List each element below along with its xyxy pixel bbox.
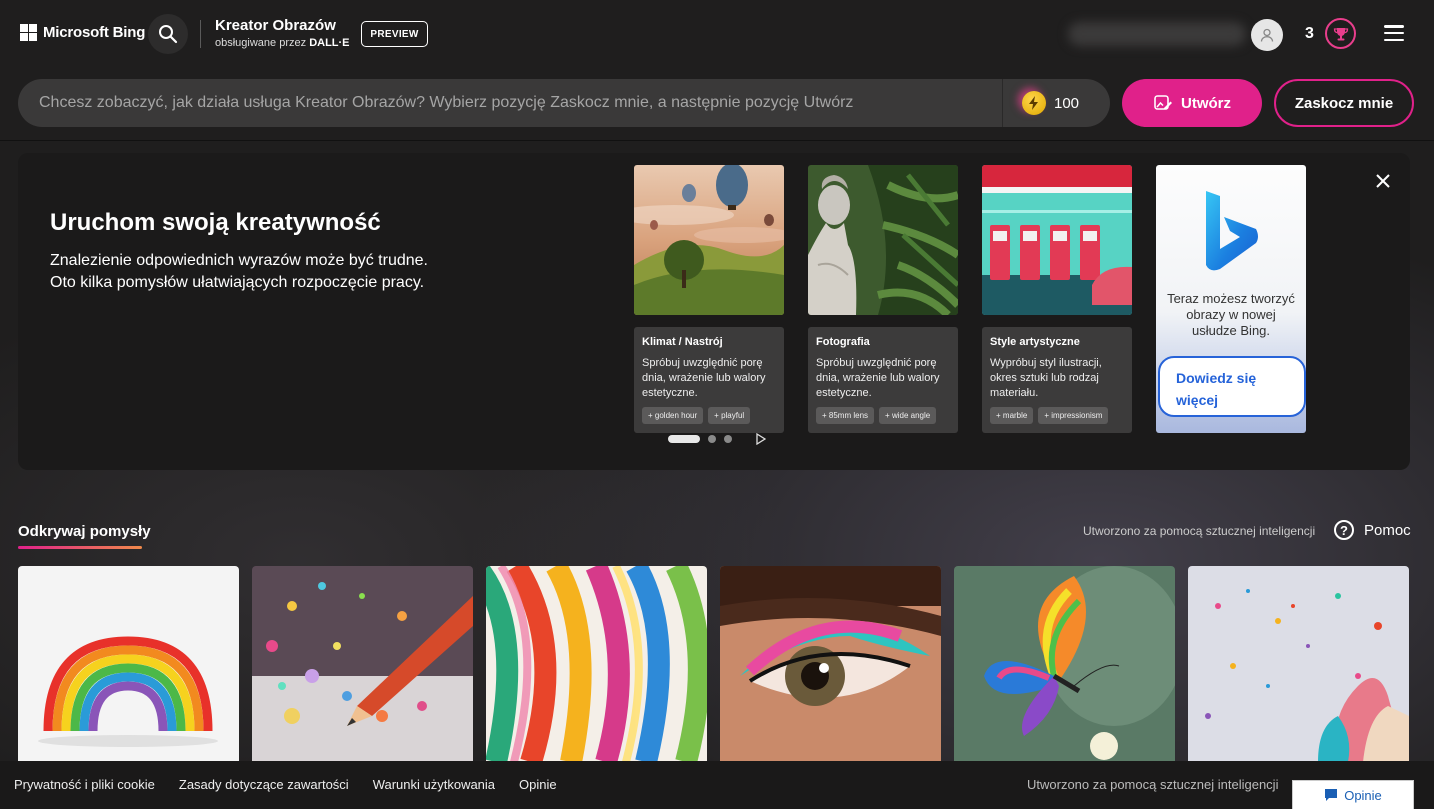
user-name-blurred[interactable] xyxy=(1068,22,1246,46)
gallery-image-ribbons[interactable] xyxy=(486,566,707,762)
footer-ai-note: Utworzono za pomocą sztucznej inteligenc… xyxy=(1027,777,1279,792)
create-button[interactable]: Utwórz xyxy=(1122,79,1262,127)
panel-line-2: Oto kilka pomysłów ułatwiających rozpocz… xyxy=(50,274,425,291)
card-description: Spróbuj uwzględnić porę dnia, wrażenie l… xyxy=(642,357,766,399)
card-body: Fotografia Spróbuj uwzględnić porę dnia,… xyxy=(808,327,958,433)
chip-label: playful xyxy=(721,411,745,420)
chip[interactable]: + impressionism xyxy=(1038,407,1109,424)
help-icon: ? xyxy=(1334,520,1354,540)
ai-generated-note: Utworzono za pomocą sztucznej inteligenc… xyxy=(1083,524,1316,538)
chip[interactable]: + 85mm lens xyxy=(816,407,875,424)
prompt-input[interactable] xyxy=(39,79,999,127)
surprise-me-button[interactable]: Zaskocz mnie xyxy=(1274,79,1414,127)
idea-card-photography[interactable]: Fotografia Spróbuj uwzględnić porę dnia,… xyxy=(808,165,958,433)
inspiration-panel: Uruchom swoją kreatywność Znalezienie od… xyxy=(18,153,1410,470)
create-image-icon xyxy=(1154,95,1172,110)
chip-label: golden hour xyxy=(654,411,698,420)
create-label: Utwórz xyxy=(1181,94,1231,112)
hamburger-menu-icon[interactable] xyxy=(1384,25,1404,41)
boost-counter[interactable]: 100 xyxy=(1022,91,1079,115)
prompt-separator xyxy=(1002,79,1003,127)
footer-links: Prywatność i pliki cookie Zasady dotyczą… xyxy=(14,777,557,792)
card-title: Style artystyczne xyxy=(990,336,1080,348)
gallery-image-eye[interactable] xyxy=(720,566,941,762)
subtitle-prefix: obsługiwane przez xyxy=(215,37,307,49)
top-bar: Microsoft Bing Kreator Obrazów obsługiwa… xyxy=(0,0,1434,68)
footer-link-privacy[interactable]: Prywatność i pliki cookie xyxy=(14,777,155,792)
chip-label: impressionism xyxy=(1051,411,1103,420)
app-title: Kreator Obrazów xyxy=(215,17,336,34)
learn-more-button[interactable]: Dowiedz się więcej xyxy=(1158,356,1306,417)
gallery-image-rainbow[interactable] xyxy=(18,566,239,762)
promo-text: Teraz możesz tworzyć obrazy w nowej usłu… xyxy=(1167,291,1295,338)
help-link[interactable]: ? Pomoc xyxy=(1334,520,1411,540)
bing-promo-card: Teraz możesz tworzyć obrazy w nowej usłu… xyxy=(1156,165,1306,433)
header-strip xyxy=(0,140,1434,141)
carousel-dot[interactable] xyxy=(724,435,732,443)
carousel-dots xyxy=(668,433,766,445)
panel-line-1: Znalezienie odpowiednich wyrazów może by… xyxy=(50,252,428,269)
bing-logo-icon xyxy=(1206,191,1258,271)
footer-link-feedback[interactable]: Opinie xyxy=(519,777,557,792)
card-title: Klimat / Nastrój xyxy=(642,336,723,348)
carousel-dot-active[interactable] xyxy=(668,435,700,443)
tab-discover-ideas[interactable]: Odkrywaj pomysły xyxy=(18,523,151,540)
gallery-image-butterfly[interactable] xyxy=(954,566,1175,762)
panel-title: Uruchom swoją kreatywność xyxy=(50,209,381,236)
brand-name: Microsoft Bing xyxy=(43,24,146,41)
chip-row: + marble + impressionism xyxy=(990,407,1124,424)
chip[interactable]: + marble xyxy=(990,407,1034,424)
chip[interactable]: + playful xyxy=(708,407,751,424)
idea-card-art-styles[interactable]: Style artystyczne Wypróbuj styl ilustrac… xyxy=(982,165,1132,433)
carousel-dot[interactable] xyxy=(708,435,716,443)
footer: Prywatność i pliki cookie Zasady dotyczą… xyxy=(0,761,1434,809)
bing-home-link[interactable]: Microsoft Bing xyxy=(20,24,145,41)
card-body: Klimat / Nastrój Spróbuj uwzględnić porę… xyxy=(634,327,784,433)
card-description: Wypróbuj styl ilustracji, okres sztuki l… xyxy=(990,357,1102,399)
play-icon[interactable] xyxy=(756,433,766,445)
app-title-block[interactable]: Kreator Obrazów obsługiwane przez DALL·E xyxy=(215,17,350,49)
chip[interactable]: + wide angle xyxy=(879,407,937,424)
gallery-image-paint-splash[interactable] xyxy=(1188,566,1409,762)
subtitle-engine: DALL·E xyxy=(309,37,350,49)
chip-row: + golden hour + playful xyxy=(642,407,776,424)
gallery-image-pencil[interactable] xyxy=(252,566,473,762)
app-subtitle: obsługiwane przez DALL·E xyxy=(215,37,350,49)
boost-count: 100 xyxy=(1054,94,1080,112)
chip-row: + 85mm lens + wide angle xyxy=(816,407,950,424)
feedback-button[interactable]: Opinie xyxy=(1292,780,1414,809)
rewards-count[interactable]: 3 xyxy=(1305,25,1314,43)
card-body: Style artystyczne Wypróbuj styl ilustrac… xyxy=(982,327,1132,433)
help-label: Pomoc xyxy=(1364,521,1411,539)
close-icon[interactable] xyxy=(1373,171,1393,191)
chip-label: marble xyxy=(1002,411,1028,420)
prompt-box: 100 xyxy=(18,79,1110,127)
chip-label: wide angle xyxy=(891,411,931,420)
windows-logo-icon xyxy=(20,24,37,41)
tab-underline xyxy=(18,546,142,549)
chip[interactable]: + golden hour xyxy=(642,407,704,424)
panel-description: Znalezienie odpowiednich wyrazów może by… xyxy=(50,250,470,294)
card-title: Fotografia xyxy=(816,336,870,348)
card-image-balloons xyxy=(634,165,784,315)
search-button[interactable] xyxy=(148,14,188,54)
header-divider xyxy=(200,20,201,48)
card-description: Spróbuj uwzględnić porę dnia, wrażenie l… xyxy=(816,357,940,399)
feedback-icon xyxy=(1325,789,1338,801)
footer-link-content-policy[interactable]: Zasady dotyczące zawartości xyxy=(179,777,349,792)
user-avatar-icon[interactable] xyxy=(1251,19,1283,51)
footer-link-terms[interactable]: Warunki użytkowania xyxy=(373,777,495,792)
card-image-statue xyxy=(808,165,958,315)
feedback-label: Opinie xyxy=(1344,787,1382,803)
coin-icon xyxy=(1022,91,1046,115)
idea-card-mood[interactable]: Klimat / Nastrój Spróbuj uwzględnić porę… xyxy=(634,165,784,433)
card-image-gas-station xyxy=(982,165,1132,315)
trophy-icon[interactable] xyxy=(1325,18,1356,49)
chip-label: 85mm lens xyxy=(828,411,869,420)
search-icon xyxy=(159,25,178,44)
preview-badge: PREVIEW xyxy=(361,21,428,47)
